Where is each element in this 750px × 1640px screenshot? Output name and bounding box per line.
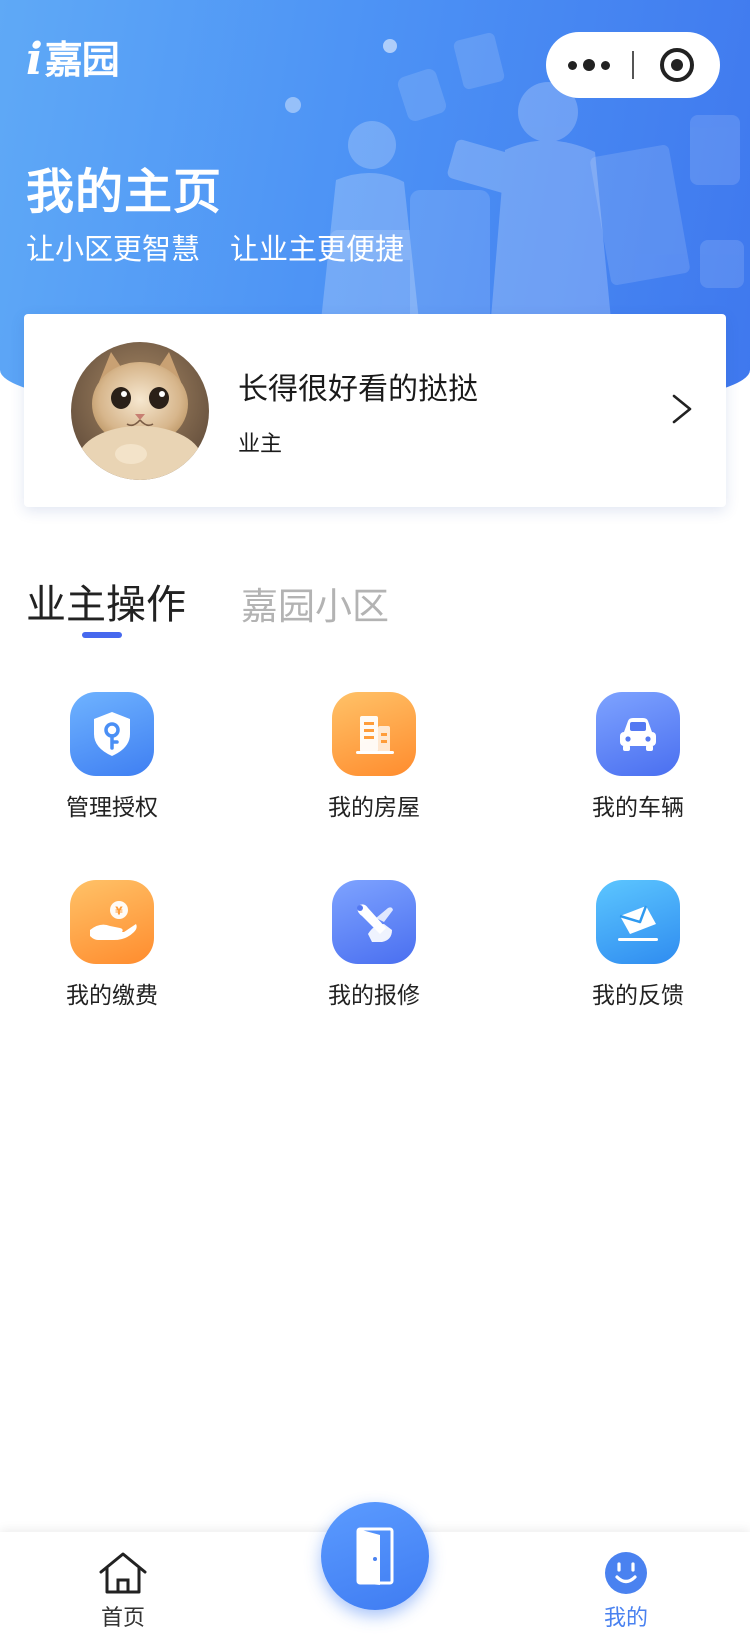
menu-label: 我的车辆 [592,795,684,821]
menu-label: 我的反馈 [592,983,684,1009]
tab-mine[interactable]: 我的 [566,1532,686,1640]
door-icon [356,1527,394,1585]
menu-label: 我的房屋 [328,795,420,821]
menu-item-my-house[interactable]: 我的房屋 [289,692,459,822]
menu-item-my-payment[interactable]: ¥ 我的缴费 [27,880,197,1010]
home-icon [99,1552,147,1594]
building-icon [332,692,416,776]
open-door-button[interactable] [321,1502,429,1610]
avatar[interactable] [71,342,209,480]
tab-home[interactable]: 首页 [63,1532,183,1640]
miniprogram-capsule [546,32,720,98]
more-dots-icon[interactable] [546,32,632,98]
chevron-right-icon[interactable] [664,392,698,426]
tab-mine-label: 我的 [603,1606,648,1631]
user-name: 长得很好看的挞挞 [238,372,478,407]
envelope-icon [596,880,680,964]
page-slogan: 让小区更智慧 让业主更便捷 [26,226,404,268]
shield-key-icon [70,692,154,776]
slogan-2: 让业主更便捷 [230,232,405,266]
profile-card[interactable]: 长得很好看的挞挞 业主 [24,314,726,507]
active-tab-indicator [82,632,122,638]
user-role: 业主 [238,432,283,457]
target-circle-icon[interactable] [634,32,720,98]
tab-community[interactable]: 嘉园小区 [241,576,389,630]
app-logo: i 嘉园 [26,34,120,85]
logo-name: 嘉园 [44,38,120,82]
slogan-1: 让小区更智慧 [26,232,201,266]
page-title: 我的主页 [26,164,223,220]
tab-home-label: 首页 [100,1606,145,1631]
tab-owner-operations[interactable]: 业主操作 [26,572,186,630]
car-icon [596,692,680,776]
menu-item-my-feedback[interactable]: 我的反馈 [553,880,723,1010]
menu-item-my-vehicle[interactable]: 我的车辆 [553,692,723,822]
menu-item-authorization[interactable]: 管理授权 [27,692,197,822]
menu-label: 我的报修 [328,983,420,1009]
menu-item-my-repair[interactable]: 我的报修 [289,880,459,1010]
menu-label: 管理授权 [66,795,158,821]
svg-text:¥: ¥ [115,905,123,918]
cat-avatar-icon [71,342,209,480]
wrench-hand-icon [332,880,416,964]
menu-label: 我的缴费 [66,983,158,1009]
logo-i: i [26,34,43,85]
smile-user-icon [605,1552,647,1594]
hand-coin-icon: ¥ [70,880,154,964]
